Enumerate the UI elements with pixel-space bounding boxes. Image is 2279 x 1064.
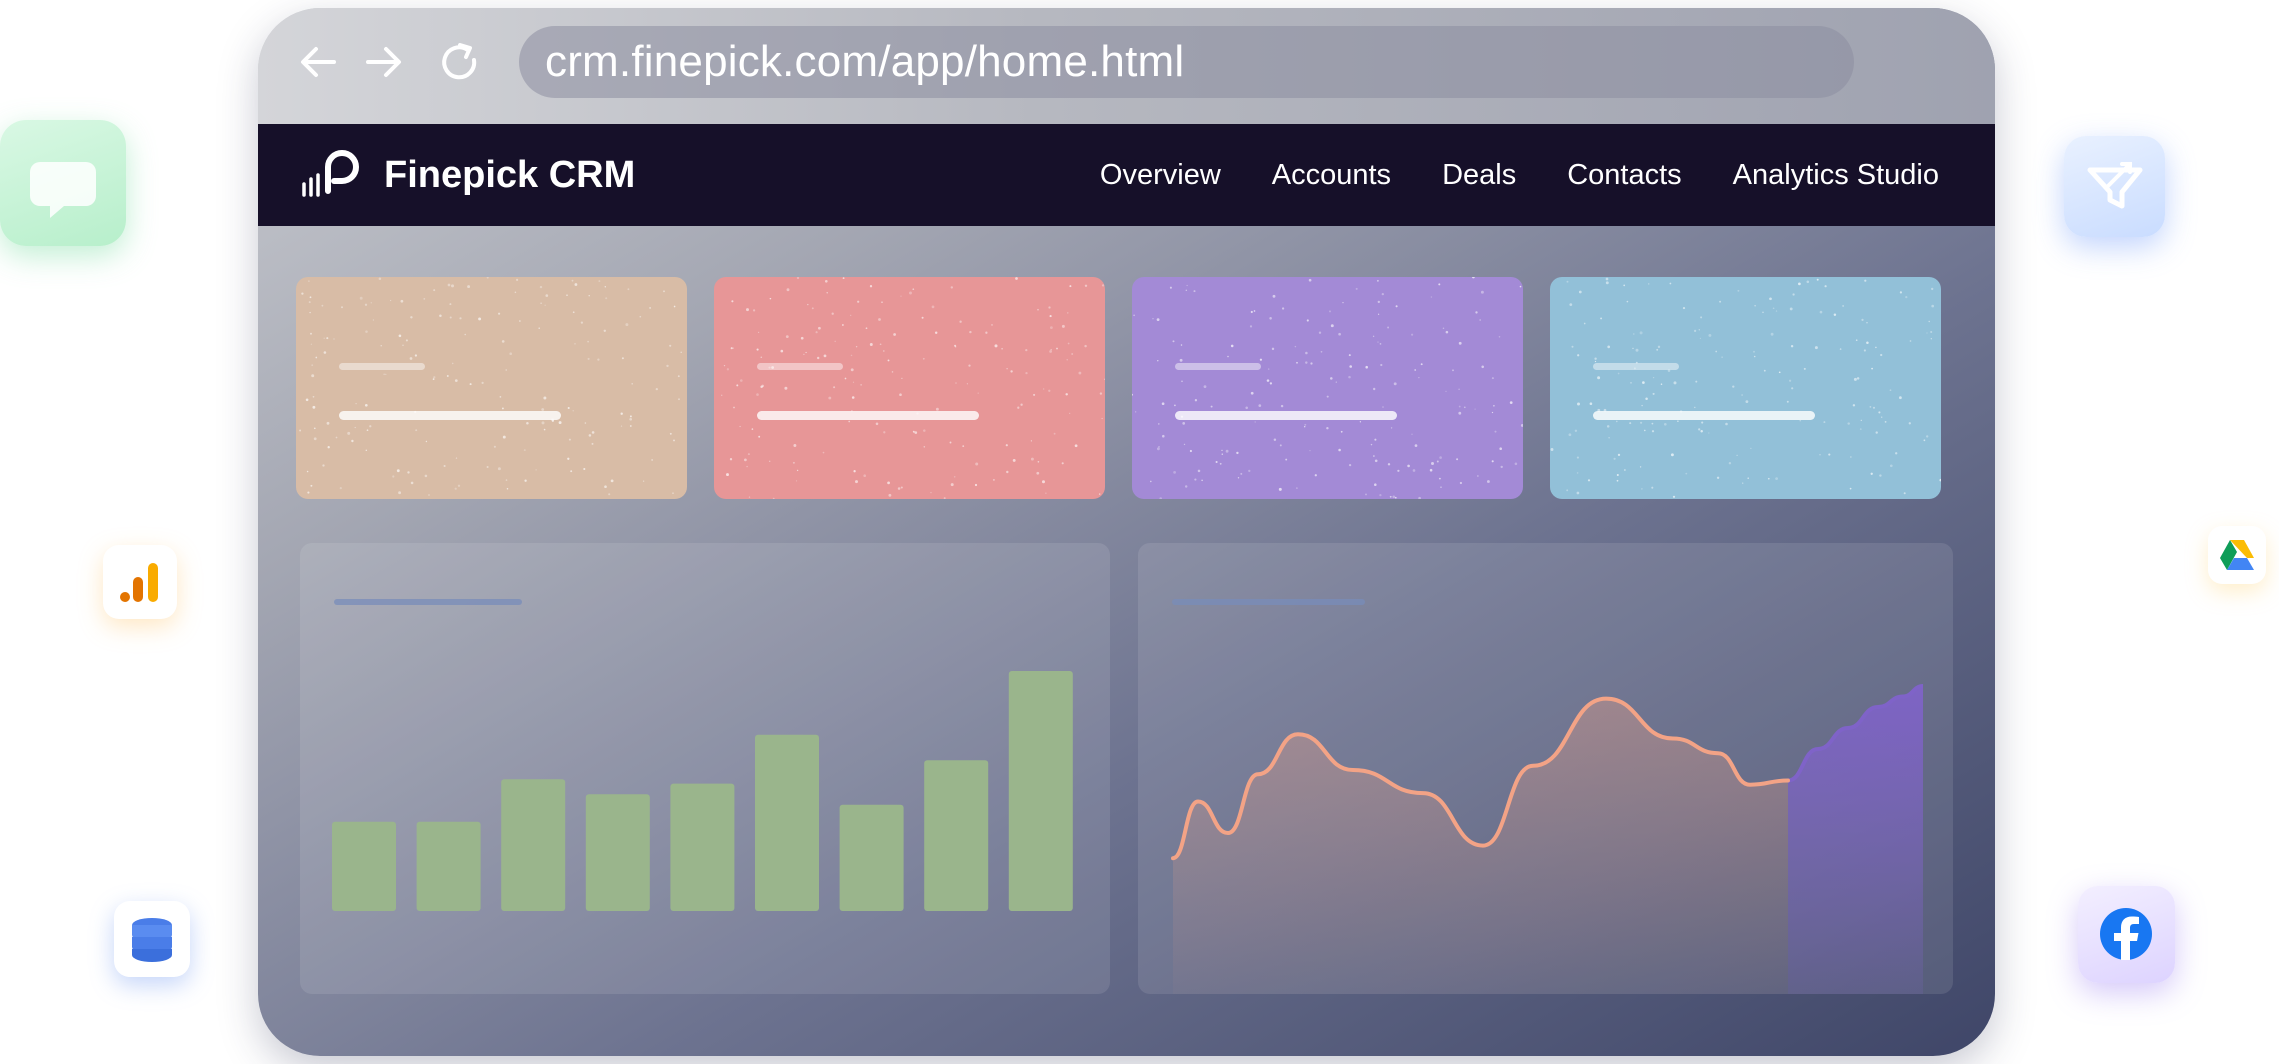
database-icon[interactable] (114, 901, 190, 977)
forecast-area (1788, 686, 1923, 994)
bar-chart-panel (300, 543, 1110, 994)
bar[interactable] (1008, 671, 1073, 911)
app-header: Finepick CRM Overview Accounts Deals Con… (258, 124, 1995, 226)
bar[interactable] (839, 804, 904, 911)
browser-toolbar: crm.finepick.com/app/home.html (258, 8, 1995, 124)
browser-window: crm.finepick.com/app/home.html Finepick … (258, 8, 1995, 1056)
stat-card-value-placeholder (1593, 411, 1815, 420)
bar[interactable] (416, 821, 481, 911)
nav-contacts[interactable]: Contacts (1567, 159, 1681, 192)
funnel-icon[interactable] (2064, 136, 2165, 237)
bar[interactable] (755, 734, 819, 911)
stat-card-label-placeholder (757, 363, 843, 370)
nav-accounts[interactable]: Accounts (1272, 159, 1391, 192)
bar[interactable] (924, 760, 989, 911)
bar[interactable] (332, 821, 396, 911)
forward-arrow-icon[interactable] (360, 38, 408, 86)
brand-logo[interactable]: Finepick CRM (300, 124, 635, 226)
facebook-icon[interactable] (2078, 886, 2175, 983)
finepick-logo-icon (302, 150, 359, 197)
stat-card[interactable] (714, 277, 1105, 499)
google-analytics-icon[interactable] (103, 545, 177, 619)
chat-bubble-icon[interactable] (0, 120, 126, 246)
stat-card-texture (299, 277, 682, 496)
stat-card-label-placeholder (1175, 363, 1261, 370)
line-chart-panel (1138, 543, 1953, 994)
nav-deals[interactable]: Deals (1442, 159, 1516, 192)
stat-card-label-placeholder (1593, 363, 1679, 370)
address-bar[interactable]: crm.finepick.com/app/home.html (519, 26, 1854, 98)
brand-name: Finepick CRM (384, 153, 636, 196)
line-chart (1171, 684, 1924, 994)
url-text: crm.finepick.com/app/home.html (545, 37, 1185, 86)
nav-analytics-studio[interactable]: Analytics Studio (1733, 159, 1939, 192)
reload-icon[interactable] (436, 38, 484, 86)
stat-card-value-placeholder (757, 411, 979, 420)
google-drive-icon[interactable] (2208, 526, 2266, 584)
bar[interactable] (670, 783, 735, 911)
bar-chart (332, 671, 1073, 911)
stat-card-texture (1550, 277, 1941, 498)
stat-card-texture (720, 277, 1105, 499)
main-nav: Overview Accounts Deals Contacts Analyti… (1049, 124, 1939, 226)
back-arrow-icon[interactable] (294, 38, 342, 86)
stat-card-value-placeholder (1175, 411, 1397, 420)
stat-card[interactable] (1132, 277, 1523, 499)
bar[interactable] (501, 779, 566, 911)
bar[interactable] (585, 794, 650, 911)
stat-card[interactable] (1550, 277, 1941, 499)
stat-card-texture (1132, 277, 1523, 499)
stat-card-label-placeholder (339, 363, 425, 370)
stat-card-value-placeholder (339, 411, 561, 420)
nav-overview[interactable]: Overview (1100, 159, 1221, 192)
stat-card[interactable] (296, 277, 687, 499)
